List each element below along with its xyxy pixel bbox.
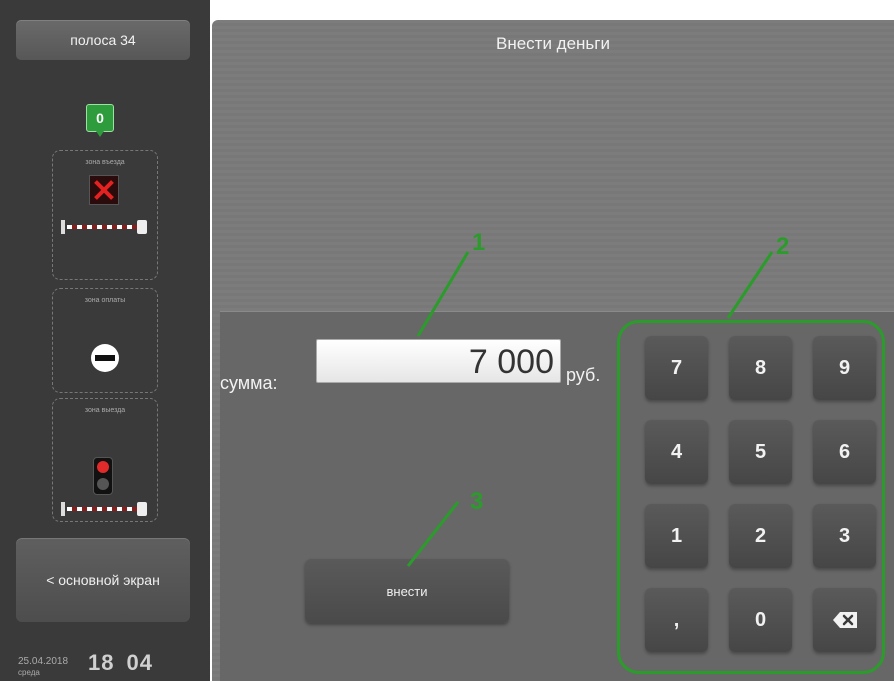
lane-button[interactable]: полоса 34 [16, 20, 190, 60]
exit-zone-label: зона выезда [84, 407, 126, 414]
amount-label: сумма: [220, 373, 278, 393]
submit-button[interactable]: внести [305, 559, 509, 623]
weekday-text: среда [18, 668, 40, 677]
annotation-3: 3 [470, 488, 484, 515]
exit-zone: зона выезда [52, 398, 158, 522]
annotation-1: 1 [472, 229, 486, 256]
sidebar: полоса 34 0 зона въезда зона оплаты зона… [0, 0, 210, 681]
clock-hours: 18 [88, 650, 115, 675]
annotation-2: 2 [776, 233, 790, 260]
currency-label: руб. [566, 365, 601, 385]
payment-zone-label: зона оплаты [84, 297, 126, 304]
page-title: Внести деньги [495, 34, 610, 53]
red-x-icon [89, 175, 119, 205]
date-text: 25.04.2018 [18, 656, 69, 667]
no-entry-icon [91, 344, 119, 372]
entry-zone-label: зона въезда [85, 159, 125, 166]
payment-zone: зона оплаты [52, 288, 158, 393]
barrier-icon [61, 220, 147, 234]
barrier-icon [61, 502, 147, 516]
clock: 18 04 [88, 650, 165, 676]
vehicle-count-badge: 0 [86, 104, 114, 137]
clock-minutes: 04 [126, 650, 153, 675]
entry-zone: зона въезда [52, 150, 158, 280]
amount-input[interactable]: 7 000 [316, 339, 561, 383]
date-display: 25.04.2018 среда [18, 656, 68, 678]
main-screen-button[interactable]: < основной экран [16, 538, 190, 622]
annotation-keypad-frame [617, 320, 885, 674]
traffic-light-icon [93, 457, 113, 495]
